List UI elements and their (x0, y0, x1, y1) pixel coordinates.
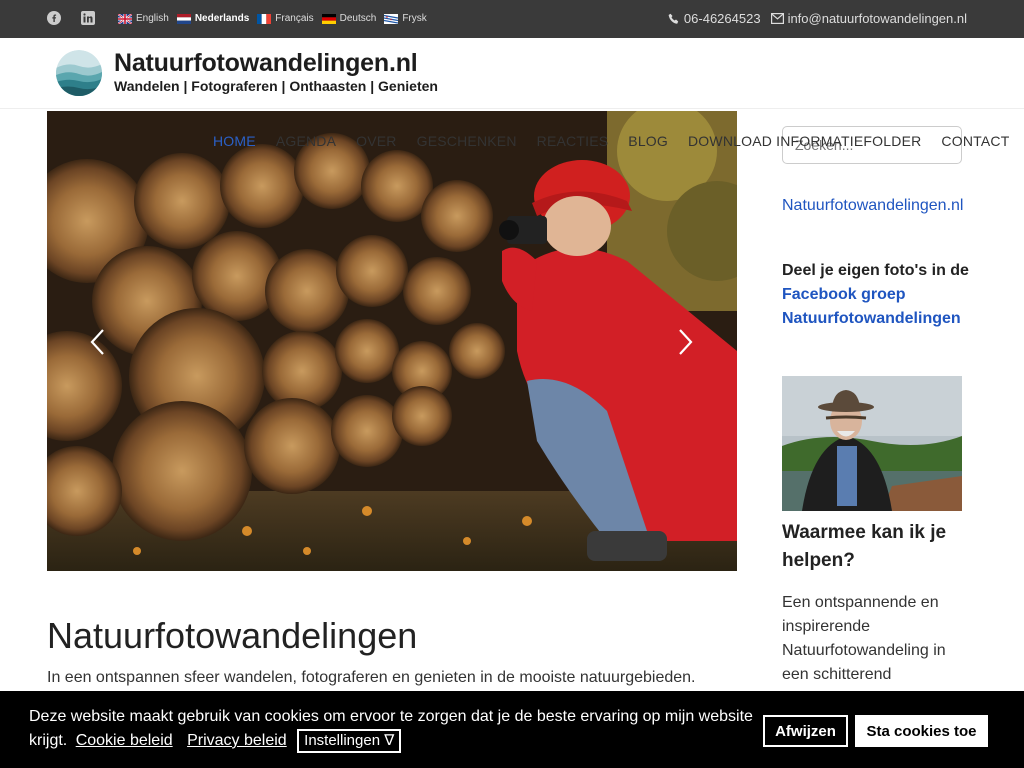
lang-deutsch[interactable]: Deutsch (321, 13, 377, 24)
social-links (47, 11, 95, 25)
nl-flag-icon (176, 13, 191, 24)
help-heading: Waarmee kan ik je helpen? (782, 522, 947, 571)
language-selector: English Nederlands Français Deutsch Frys… (118, 13, 427, 24)
nav-download-folder[interactable]: DOWNLOAD INFORMATIEFOLDER (688, 133, 921, 149)
top-bar: English Nederlands Français Deutsch Frys… (0, 0, 1024, 38)
phone-text: 06-46264523 (683, 11, 761, 26)
cookie-reject-button[interactable]: Afwijzen (763, 715, 848, 747)
page-title: Natuurfotowandelingen (47, 615, 418, 656)
hero-carousel (47, 111, 737, 571)
nav-home[interactable]: HOME (213, 133, 256, 149)
lang-label: English (136, 13, 169, 24)
envelope-icon (770, 13, 784, 24)
phone-link[interactable]: 06-46264523 (668, 11, 761, 26)
main-nav: HOME AGENDA OVER GESCHENKEN REACTIES BLO… (213, 133, 1009, 149)
lang-label: Français (275, 13, 314, 24)
nav-contact[interactable]: CONTACT (941, 133, 1009, 149)
sidebar-site-link[interactable]: Natuurfotowandelingen.nl (782, 197, 963, 215)
cookie-message: Deze website maakt gebruik van cookies o… (29, 705, 769, 753)
privacy-policy-link[interactable]: Privacy beleid (187, 732, 287, 749)
carousel-next-button[interactable] (674, 327, 696, 357)
page-intro: In een ontspannen sfeer wandelen, fotogr… (47, 669, 696, 686)
site-header: Natuurfotowandelingen.nl Wandelen | Foto… (0, 38, 1024, 109)
nav-reacties[interactable]: REACTIES (537, 133, 609, 149)
cookie-banner: Deze website maakt gebruik van cookies o… (0, 691, 1024, 768)
lang-label: Deutsch (339, 13, 377, 24)
cookie-accept-button[interactable]: Sta cookies toe (855, 715, 988, 747)
lang-label: Frysk (402, 13, 427, 24)
site-tagline: Wandelen | Fotograferen | Onthaasten | G… (114, 78, 438, 94)
help-text: Een ontspannende en inspirerende Natuurf… (782, 594, 946, 683)
uk-flag-icon (118, 13, 132, 24)
lang-nederlands[interactable]: Nederlands (176, 13, 250, 24)
chevron-left-icon (90, 329, 104, 355)
email-link[interactable]: info@natuurfotowandelingen.nl (770, 11, 967, 26)
facebook-icon[interactable] (47, 11, 61, 25)
nav-over[interactable]: OVER (356, 133, 396, 149)
site-title[interactable]: Natuurfotowandelingen.nl (114, 49, 418, 78)
chevron-right-icon (679, 329, 693, 355)
lang-frysk[interactable]: Frysk (384, 13, 427, 24)
fr-flag-icon (257, 13, 272, 24)
carousel-prev-button[interactable] (87, 327, 109, 357)
facebook-group-link[interactable]: Facebook groep Natuurfotowandelingen (782, 286, 961, 327)
nav-agenda[interactable]: AGENDA (276, 133, 336, 149)
phone-icon (668, 13, 679, 24)
nav-geschenken[interactable]: GESCHENKEN (417, 133, 517, 149)
nav-blog[interactable]: BLOG (628, 133, 668, 149)
frisian-flag-icon (384, 13, 399, 24)
email-text: info@natuurfotowandelingen.nl (787, 11, 967, 26)
top-contact: 06-46264523 info@natuurfotowandelingen.n… (668, 11, 967, 26)
hero-photo (47, 111, 737, 571)
de-flag-icon (321, 13, 336, 24)
lang-francais[interactable]: Français (257, 13, 314, 24)
linkedin-icon[interactable] (81, 11, 95, 25)
lang-label: Nederlands (194, 13, 250, 24)
logo-icon[interactable] (56, 50, 102, 96)
cookie-policy-link[interactable]: Cookie beleid (76, 732, 173, 749)
share-prefix: Deel je eigen foto's in de (782, 262, 969, 279)
lang-english[interactable]: English (118, 13, 169, 24)
guide-photo (782, 376, 962, 511)
cookie-settings-button[interactable]: Instellingen ∇ (297, 729, 402, 753)
facebook-share-text: Deel je eigen foto's in de Facebook groe… (782, 259, 982, 331)
